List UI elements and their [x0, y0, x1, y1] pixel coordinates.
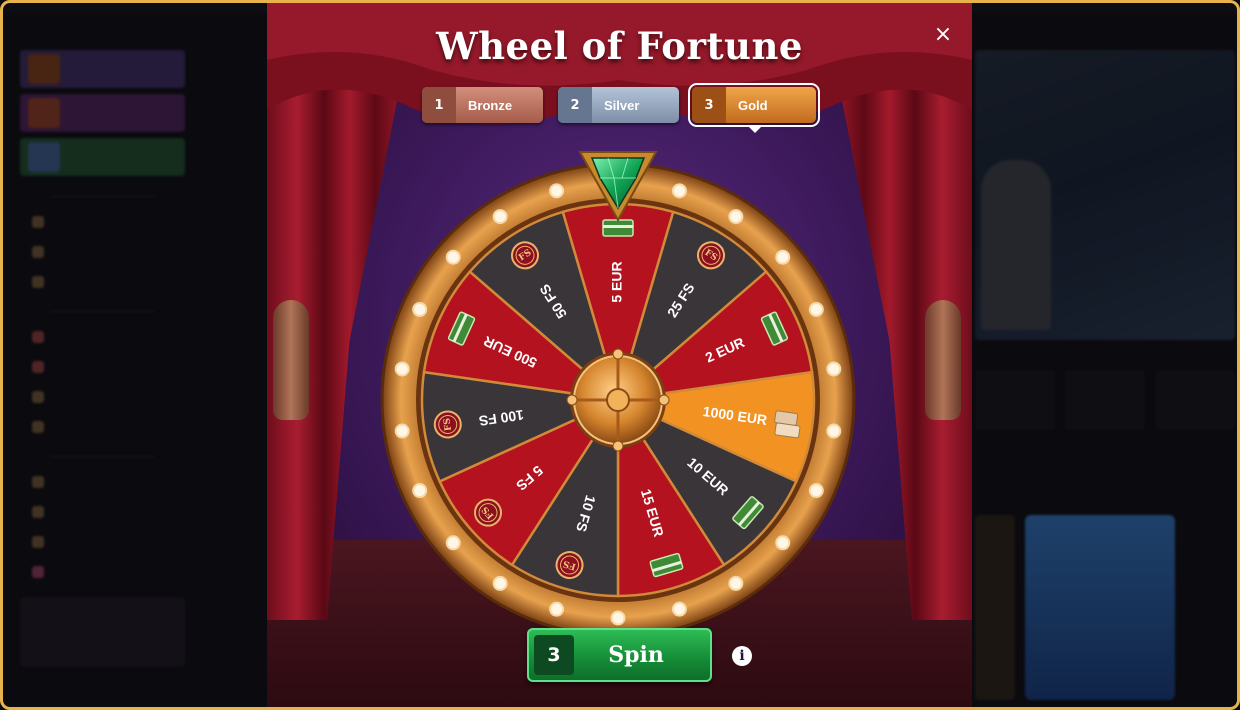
light-bulb [671, 183, 687, 199]
background-sidebar-item [20, 237, 185, 267]
light-bulb [671, 601, 687, 617]
info-icon[interactable]: i [732, 646, 752, 666]
light-bulb [394, 361, 410, 377]
background-sidebar-item [20, 267, 185, 297]
chip-label: FS [442, 417, 454, 431]
tier-number: 3 [692, 87, 726, 123]
background-sidebar-item [20, 527, 185, 557]
light-bulb [492, 575, 508, 591]
light-bulb [412, 301, 428, 317]
background-promo-tile [20, 138, 185, 176]
background-app-promo [20, 597, 185, 667]
spin-button[interactable]: 3 Spin [527, 628, 712, 682]
light-bulb [826, 423, 842, 439]
light-bulb [775, 535, 791, 551]
tier-gold-button[interactable]: 3 Gold [688, 83, 820, 133]
background-sidebar-item [20, 382, 185, 412]
background-banner [975, 50, 1235, 340]
background-sidebar-item [20, 322, 185, 352]
light-bulb [445, 249, 461, 265]
tier-label: Silver [604, 97, 640, 113]
background-sidebar-item [20, 557, 185, 587]
background-sidebar-item [20, 412, 185, 442]
light-bulb [610, 610, 626, 626]
tassel-icon [273, 300, 309, 420]
background-sidebar [20, 50, 185, 700]
modal-title: Wheel of Fortune [436, 24, 803, 68]
light-bulb [549, 601, 565, 617]
hub-stud [566, 394, 578, 406]
light-bulb [826, 361, 842, 377]
tassel-icon [925, 300, 961, 420]
light-bulb [445, 535, 461, 551]
segment-label: 5 EUR [609, 261, 625, 302]
background-promo-tile [20, 50, 185, 88]
wheel-of-fortune-modal: Wheel of Fortune × 1 Bronze 2 Silver 3 G… [267, 0, 972, 710]
background-sidebar-item [20, 207, 185, 237]
wheel-svg: 5 EUR 25 FSFS2 EUR1000 EUR10 EUR15 EUR10 … [380, 151, 856, 634]
fortune-wheel: 5 EUR 25 FS FS 2 EUR 1000 EUR 10 EUR 15 EUR 10 … [376, 150, 860, 634]
light-bulb [728, 209, 744, 225]
tier-bronze-button[interactable]: 1 Bronze [422, 87, 543, 123]
tier-number: 2 [558, 87, 592, 123]
tier-label: Gold [738, 97, 768, 113]
tier-label: Bronze [468, 97, 513, 113]
light-bulb [775, 249, 791, 265]
light-bulb [808, 483, 824, 499]
light-bulb [492, 209, 508, 225]
background-content [975, 50, 1235, 700]
light-bulb [549, 183, 565, 199]
hub-stud [612, 440, 624, 452]
spins-remaining-badge: 3 [534, 635, 574, 675]
light-bulb [394, 423, 410, 439]
background-game-tile [975, 515, 1015, 700]
tier-number: 1 [422, 87, 456, 123]
hub-stud [658, 394, 670, 406]
light-bulb [728, 575, 744, 591]
close-icon[interactable]: × [930, 22, 956, 48]
hub-stud [612, 348, 624, 360]
background-sidebar-item [20, 352, 185, 382]
background-promo-tile [20, 94, 185, 132]
background-sidebar-item [20, 497, 185, 527]
hub-center [606, 388, 630, 412]
background-sidebar-item [20, 467, 185, 497]
light-bulb [808, 301, 824, 317]
background-category-row [975, 370, 1235, 430]
spin-label: Spin [608, 642, 664, 668]
cash-icon [602, 219, 634, 237]
tier-silver-button[interactable]: 2 Silver [558, 87, 679, 123]
light-bulb [412, 483, 428, 499]
background-game-tile [1025, 515, 1175, 700]
